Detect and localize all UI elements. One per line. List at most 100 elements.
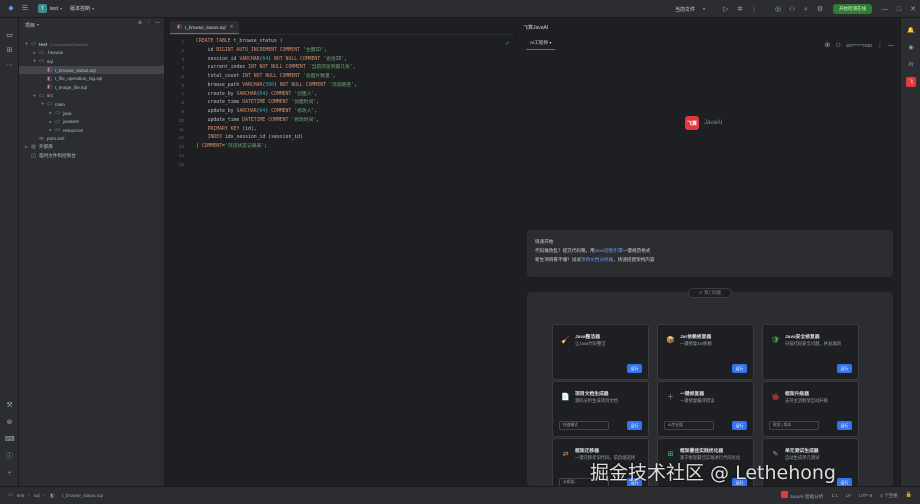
chevron-icon[interactable]: ▸ xyxy=(31,50,38,56)
git-tool-icon[interactable]: ⑂ xyxy=(4,468,15,479)
lock-icon[interactable]: 🔓 xyxy=(906,493,912,498)
more-tools-icon[interactable]: ⋯ xyxy=(4,60,15,71)
chevron-icon[interactable]: ▾ xyxy=(31,58,38,64)
build-tool-icon[interactable]: ⚒ xyxy=(4,400,15,411)
minimize-icon[interactable]: — xyxy=(888,43,894,49)
tree-item[interactable]: ▾ ▭ main xyxy=(19,100,164,109)
feature-desc: 支持主流框架自动升级 xyxy=(785,398,828,403)
notifications-icon[interactable]: 🔔 xyxy=(906,26,916,36)
tree-item[interactable]: ▸ ▭ .hexuan xyxy=(19,49,164,58)
maven-icon[interactable]: m xyxy=(906,60,916,70)
code-line: INDEX idx_session_id (session_id) xyxy=(207,135,303,141)
more-icon[interactable]: ⋮ xyxy=(747,6,761,13)
terminal-tool-icon[interactable]: ⌨ xyxy=(4,434,15,445)
feature-card[interactable]: 🛡 Java安全修复器 扫描代码安全问题，并发漏洞 运行 xyxy=(762,324,859,380)
chevron-icon[interactable]: ▸ xyxy=(47,119,54,125)
chevron-icon[interactable]: ▾ xyxy=(31,93,38,99)
search-icon[interactable]: ⌕ xyxy=(799,6,813,13)
feature-card[interactable]: 🧹 Java整洁器 让Java代码整洁 运行 xyxy=(552,324,649,380)
main-menu-icon[interactable]: ☰ xyxy=(18,5,32,12)
feature-card[interactable]: ＋ 一键修复器 一键修复编译错误 AI专业版 运行 xyxy=(657,381,754,437)
feature-run-button[interactable]: 运行 xyxy=(627,421,642,430)
editor-tab[interactable]: ◧ t_browse_status.sql ✕ xyxy=(170,21,240,34)
folder-icon: ▭ xyxy=(55,127,60,134)
tree-item[interactable]: ◫ 临时文件和控制台 xyxy=(19,152,164,161)
feature-option-select[interactable]: 框架 | 版本 xyxy=(769,421,819,430)
tree-item[interactable]: ◧ t_image_file.sql xyxy=(19,83,164,92)
line-number: 2 xyxy=(181,47,184,53)
account-icon[interactable]: ⚇ xyxy=(785,6,799,13)
feature-option-select[interactable]: AI专业版 xyxy=(664,421,714,430)
code-text[interactable]: CREATE TABLE t_browse_status ( id BIGINT… xyxy=(196,38,357,152)
tree-item[interactable]: ▸ ▭ java xyxy=(19,109,164,118)
project-tool-icon[interactable]: ▭ xyxy=(4,30,15,41)
line-number: 15 xyxy=(178,161,184,167)
run-online-button[interactable]: 开始检测在线 xyxy=(833,4,872,14)
run-icon[interactable]: ▷ xyxy=(719,6,733,13)
tree-item[interactable]: ◧ t_browse_status.sql xyxy=(19,65,164,75)
chevron-icon[interactable]: ▸ xyxy=(23,144,30,150)
tree-item[interactable]: ▸ ▥ 外部库 xyxy=(19,143,164,152)
user-phone[interactable]: 187*****7630 xyxy=(846,43,872,48)
java-engine-link[interactable]: Java智能引擎 xyxy=(595,248,623,253)
chevron-icon[interactable]: ▾ xyxy=(39,101,46,107)
more-icon[interactable]: ⋮ xyxy=(146,21,151,26)
database-icon[interactable]: ◉ xyxy=(906,43,916,53)
feature-run-button[interactable]: 运行 xyxy=(837,421,852,430)
ai-assistant-icon[interactable]: ◎ xyxy=(771,6,785,13)
tree-item[interactable]: m pom.xml xyxy=(19,135,164,144)
more-icon[interactable]: ⋮ xyxy=(877,43,883,49)
tab-ai-engineer[interactable]: AI工程师 ▾ xyxy=(526,39,556,50)
problems-tool-icon[interactable]: ⓘ xyxy=(4,451,15,462)
tree-item[interactable]: ▾ ▭ src xyxy=(19,92,164,101)
tree-item[interactable]: ▸ ▭ javatest xyxy=(19,117,164,126)
chevron-icon[interactable]: ▾ xyxy=(23,41,30,47)
feature-card[interactable]: 🐞 框架升级器 支持主流框架自动升级 框架 | 版本 运行 xyxy=(762,381,859,437)
doc-analyzer-link[interactable]: 项目文档分析器 xyxy=(581,257,613,262)
maximize-icon[interactable]: □ xyxy=(892,6,906,13)
quick-start-line2: 新生项目看不懂？试试项目文档分析器，快速搭建架构内容 xyxy=(535,255,885,264)
debug-icon[interactable]: ✲ xyxy=(733,6,747,13)
run-config-selector[interactable]: 当前文件 ▾ xyxy=(675,6,711,13)
settings-gear-icon[interactable]: ⚙ xyxy=(813,6,827,13)
vcs-menu[interactable]: 版本控制 ▾ xyxy=(70,5,94,12)
feature-card[interactable]: 📦 Jar依赖修复器 一键修复Jar依赖 运行 xyxy=(657,324,754,380)
run-config-label: 当前文件 xyxy=(674,6,695,13)
line-separator[interactable]: LF xyxy=(846,493,851,498)
user-avatar-icon[interactable]: ⚇ xyxy=(835,43,840,49)
add-icon[interactable]: ⊕ xyxy=(138,21,142,26)
feature-run-button[interactable]: 运行 xyxy=(732,364,747,373)
plugins-tool-icon[interactable]: ⊗ xyxy=(4,417,15,428)
javaai-tool-icon[interactable]: 飞 xyxy=(906,77,916,87)
project-selector[interactable]: T test ▾ xyxy=(38,4,62,13)
tree-item[interactable]: ▸ ▭ resources xyxy=(19,126,164,135)
breadcrumb-item[interactable]: t_browse_status.sql xyxy=(62,493,103,498)
feature-card[interactable]: 📄 项目文档生成器 源码分析生成项目文档 快速模式 运行 xyxy=(552,381,649,437)
breadcrumb-item[interactable]: test xyxy=(17,493,24,498)
feature-run-button[interactable]: 运行 xyxy=(732,421,747,430)
tree-item[interactable]: ▾ ▭ test C:\code\ideaTest\test xyxy=(19,40,164,49)
new-chat-icon[interactable]: ⊕ xyxy=(824,42,830,49)
project-panel-title[interactable]: 项目 xyxy=(25,22,35,29)
app-logo-icon[interactable]: ◆ xyxy=(4,5,18,12)
hide-icon[interactable]: — xyxy=(155,21,160,26)
feature-option-select[interactable]: 快速模式 xyxy=(559,421,609,430)
tree-item[interactable]: ◧ t_file_operation_log.sql xyxy=(19,74,164,83)
chevron-icon[interactable]: ▸ xyxy=(47,127,54,133)
structure-tool-icon[interactable]: ⊞ xyxy=(4,45,15,56)
feature-run-button[interactable]: 运行 xyxy=(627,364,642,373)
minimize-icon[interactable]: — xyxy=(878,6,892,13)
breadcrumb-item[interactable]: sql xyxy=(34,493,40,498)
feature-option-label: 从框架... xyxy=(563,480,578,484)
tree-item[interactable]: ▾ ▭ sql xyxy=(19,57,164,66)
chevron-icon[interactable]: ▸ xyxy=(47,110,54,116)
cursor-position[interactable]: 1:1 xyxy=(831,493,837,498)
javaai-status[interactable]: JavaAI 智能分析 xyxy=(780,491,823,500)
file-encoding[interactable]: UTF-8 xyxy=(859,493,872,498)
close-icon[interactable]: ✕ xyxy=(906,6,920,13)
indent-setting[interactable]: 4 个空格 xyxy=(880,493,898,499)
folder-icon: ▭ xyxy=(39,92,44,99)
close-icon[interactable]: ✕ xyxy=(230,24,234,30)
feature-run-button[interactable]: 运行 xyxy=(837,364,852,373)
feature-option-label: 框架 | 版本 xyxy=(773,423,792,427)
